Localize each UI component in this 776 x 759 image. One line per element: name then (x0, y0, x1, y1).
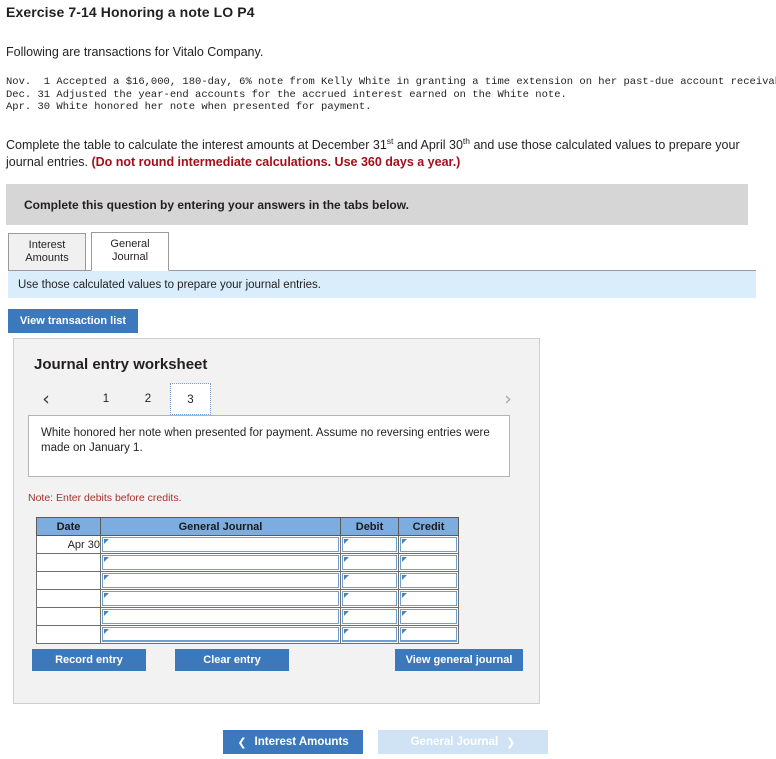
cell-date-row-3[interactable] (36, 571, 101, 590)
worksheet-page-2[interactable]: 2 (128, 383, 168, 415)
instruction-part-2: and April 30 (393, 138, 463, 153)
dropdown-triangle-icon (344, 629, 349, 634)
cell-date-row-4[interactable] (36, 589, 101, 608)
table-header-row: Date General Journal Debit Credit (36, 517, 459, 536)
dropdown-triangle-icon (402, 629, 407, 634)
table-row: Apr 30 (36, 535, 459, 554)
cell-credit-row-3[interactable] (398, 571, 459, 590)
cell-debit-row-1[interactable] (340, 535, 399, 554)
exercise-page: Exercise 7-14 Honoring a note LO P4 Foll… (0, 0, 776, 759)
clear-entry-button[interactable]: Clear entry (175, 649, 289, 671)
dropdown-triangle-icon (104, 575, 109, 580)
cell-general-journal-row-3[interactable] (100, 571, 341, 590)
tab-interest-amounts[interactable]: Interest Amounts (8, 233, 86, 271)
dropdown-triangle-icon (402, 539, 407, 544)
tab-interest-amounts-line2: Amounts (25, 252, 69, 264)
cell-credit-row-6[interactable] (398, 625, 459, 644)
tab-general-journal[interactable]: General Journal (91, 232, 169, 271)
cell-credit-row-2[interactable] (398, 553, 459, 572)
cell-general-journal-row-2[interactable] (100, 553, 341, 572)
column-header-general-journal: General Journal (100, 517, 341, 536)
worksheet-description: White honored her note when presented fo… (28, 415, 510, 477)
dropdown-triangle-icon (402, 575, 407, 580)
tab-general-journal-line1: General (110, 238, 150, 250)
dropdown-triangle-icon (104, 629, 109, 634)
nav-prev-label: Interest Amounts (254, 736, 349, 748)
chevron-right-icon: ❯ (506, 735, 516, 749)
cell-general-journal-row-1[interactable] (100, 535, 341, 554)
tab-general-journal-line2: Journal (111, 251, 149, 263)
cell-date-row-6[interactable] (36, 625, 101, 644)
table-row (36, 571, 459, 590)
dropdown-triangle-icon (104, 593, 109, 598)
nav-prev-interest-amounts-button[interactable]: ❮ Interest Amounts (223, 730, 363, 754)
view-transaction-list-button[interactable]: View transaction list (8, 309, 138, 333)
table-row (36, 625, 459, 644)
info-bar: Use those calculated values to prepare y… (8, 271, 756, 298)
dropdown-triangle-icon (402, 611, 407, 616)
cell-general-journal-row-5[interactable] (100, 607, 341, 626)
column-header-date: Date (36, 517, 101, 536)
instruction-part-1: Complete the table to calculate the inte… (6, 138, 387, 153)
worksheet-title: Journal entry worksheet (34, 356, 208, 373)
tab-strip: Interest Amounts General Journal (8, 231, 756, 271)
column-header-credit: Credit (398, 517, 459, 536)
info-bar-text: Use those calculated values to prepare y… (18, 278, 322, 291)
dropdown-triangle-icon (402, 557, 407, 562)
dropdown-triangle-icon (104, 539, 109, 544)
table-row (36, 589, 459, 608)
record-entry-button[interactable]: Record entry (32, 649, 146, 671)
cell-credit-row-1[interactable] (398, 535, 459, 554)
chevron-left-icon: ❮ (237, 735, 247, 749)
column-header-debit: Debit (340, 517, 399, 536)
transaction-list-text: Nov. 1 Accepted a $16,000, 180-day, 6% n… (6, 76, 776, 113)
journal-entry-table: Date General Journal Debit Credit Apr 30 (36, 517, 459, 644)
instruction-warning: (Do not round intermediate calculations.… (91, 155, 461, 170)
dropdown-triangle-icon (344, 539, 349, 544)
dropdown-triangle-icon (344, 557, 349, 562)
dropdown-triangle-icon (402, 593, 407, 598)
cell-credit-row-5[interactable] (398, 607, 459, 626)
dropdown-triangle-icon (344, 593, 349, 598)
dropdown-triangle-icon (104, 557, 109, 562)
cell-debit-row-4[interactable] (340, 589, 399, 608)
chevron-left-icon[interactable]: ‹ (34, 383, 58, 415)
cell-debit-row-3[interactable] (340, 571, 399, 590)
worksheet-page-3[interactable]: 3 (170, 383, 211, 415)
cell-debit-row-5[interactable] (340, 607, 399, 626)
cell-debit-row-2[interactable] (340, 553, 399, 572)
view-general-journal-button[interactable]: View general journal (395, 649, 523, 671)
cell-debit-row-6[interactable] (340, 625, 399, 644)
worksheet-pager: ‹ 1 2 3 › (28, 383, 528, 415)
dropdown-triangle-icon (344, 611, 349, 616)
bottom-navigation: ❮ Interest Amounts General Journal ❯ (0, 730, 776, 756)
dropdown-triangle-icon (104, 611, 109, 616)
worksheet-note: Note: Enter debits before credits. (28, 492, 182, 504)
cell-credit-row-4[interactable] (398, 589, 459, 608)
cell-general-journal-row-6[interactable] (100, 625, 341, 644)
nav-next-general-journal-button[interactable]: General Journal ❯ (378, 730, 548, 754)
instruction-superscript-th: th (462, 136, 470, 146)
intro-text: Following are transactions for Vitalo Co… (6, 45, 264, 59)
question-banner: Complete this question by entering your … (6, 184, 748, 225)
cell-date-row-2[interactable] (36, 553, 101, 572)
journal-entry-worksheet-panel: Journal entry worksheet ‹ 1 2 3 › White … (13, 338, 540, 704)
instruction-text: Complete the table to calculate the inte… (6, 133, 768, 171)
page-title: Exercise 7-14 Honoring a note LO P4 (6, 4, 255, 20)
table-row (36, 553, 459, 572)
cell-date-row-1[interactable]: Apr 30 (36, 535, 101, 554)
cell-general-journal-row-4[interactable] (100, 589, 341, 608)
tab-interest-amounts-line1: Interest (28, 239, 66, 251)
cell-date-row-5[interactable] (36, 607, 101, 626)
table-row (36, 607, 459, 626)
question-banner-text: Complete this question by entering your … (24, 197, 409, 212)
chevron-right-icon[interactable]: › (496, 383, 520, 415)
dropdown-triangle-icon (344, 575, 349, 580)
nav-next-label: General Journal (410, 736, 499, 748)
worksheet-page-1[interactable]: 1 (86, 383, 126, 415)
